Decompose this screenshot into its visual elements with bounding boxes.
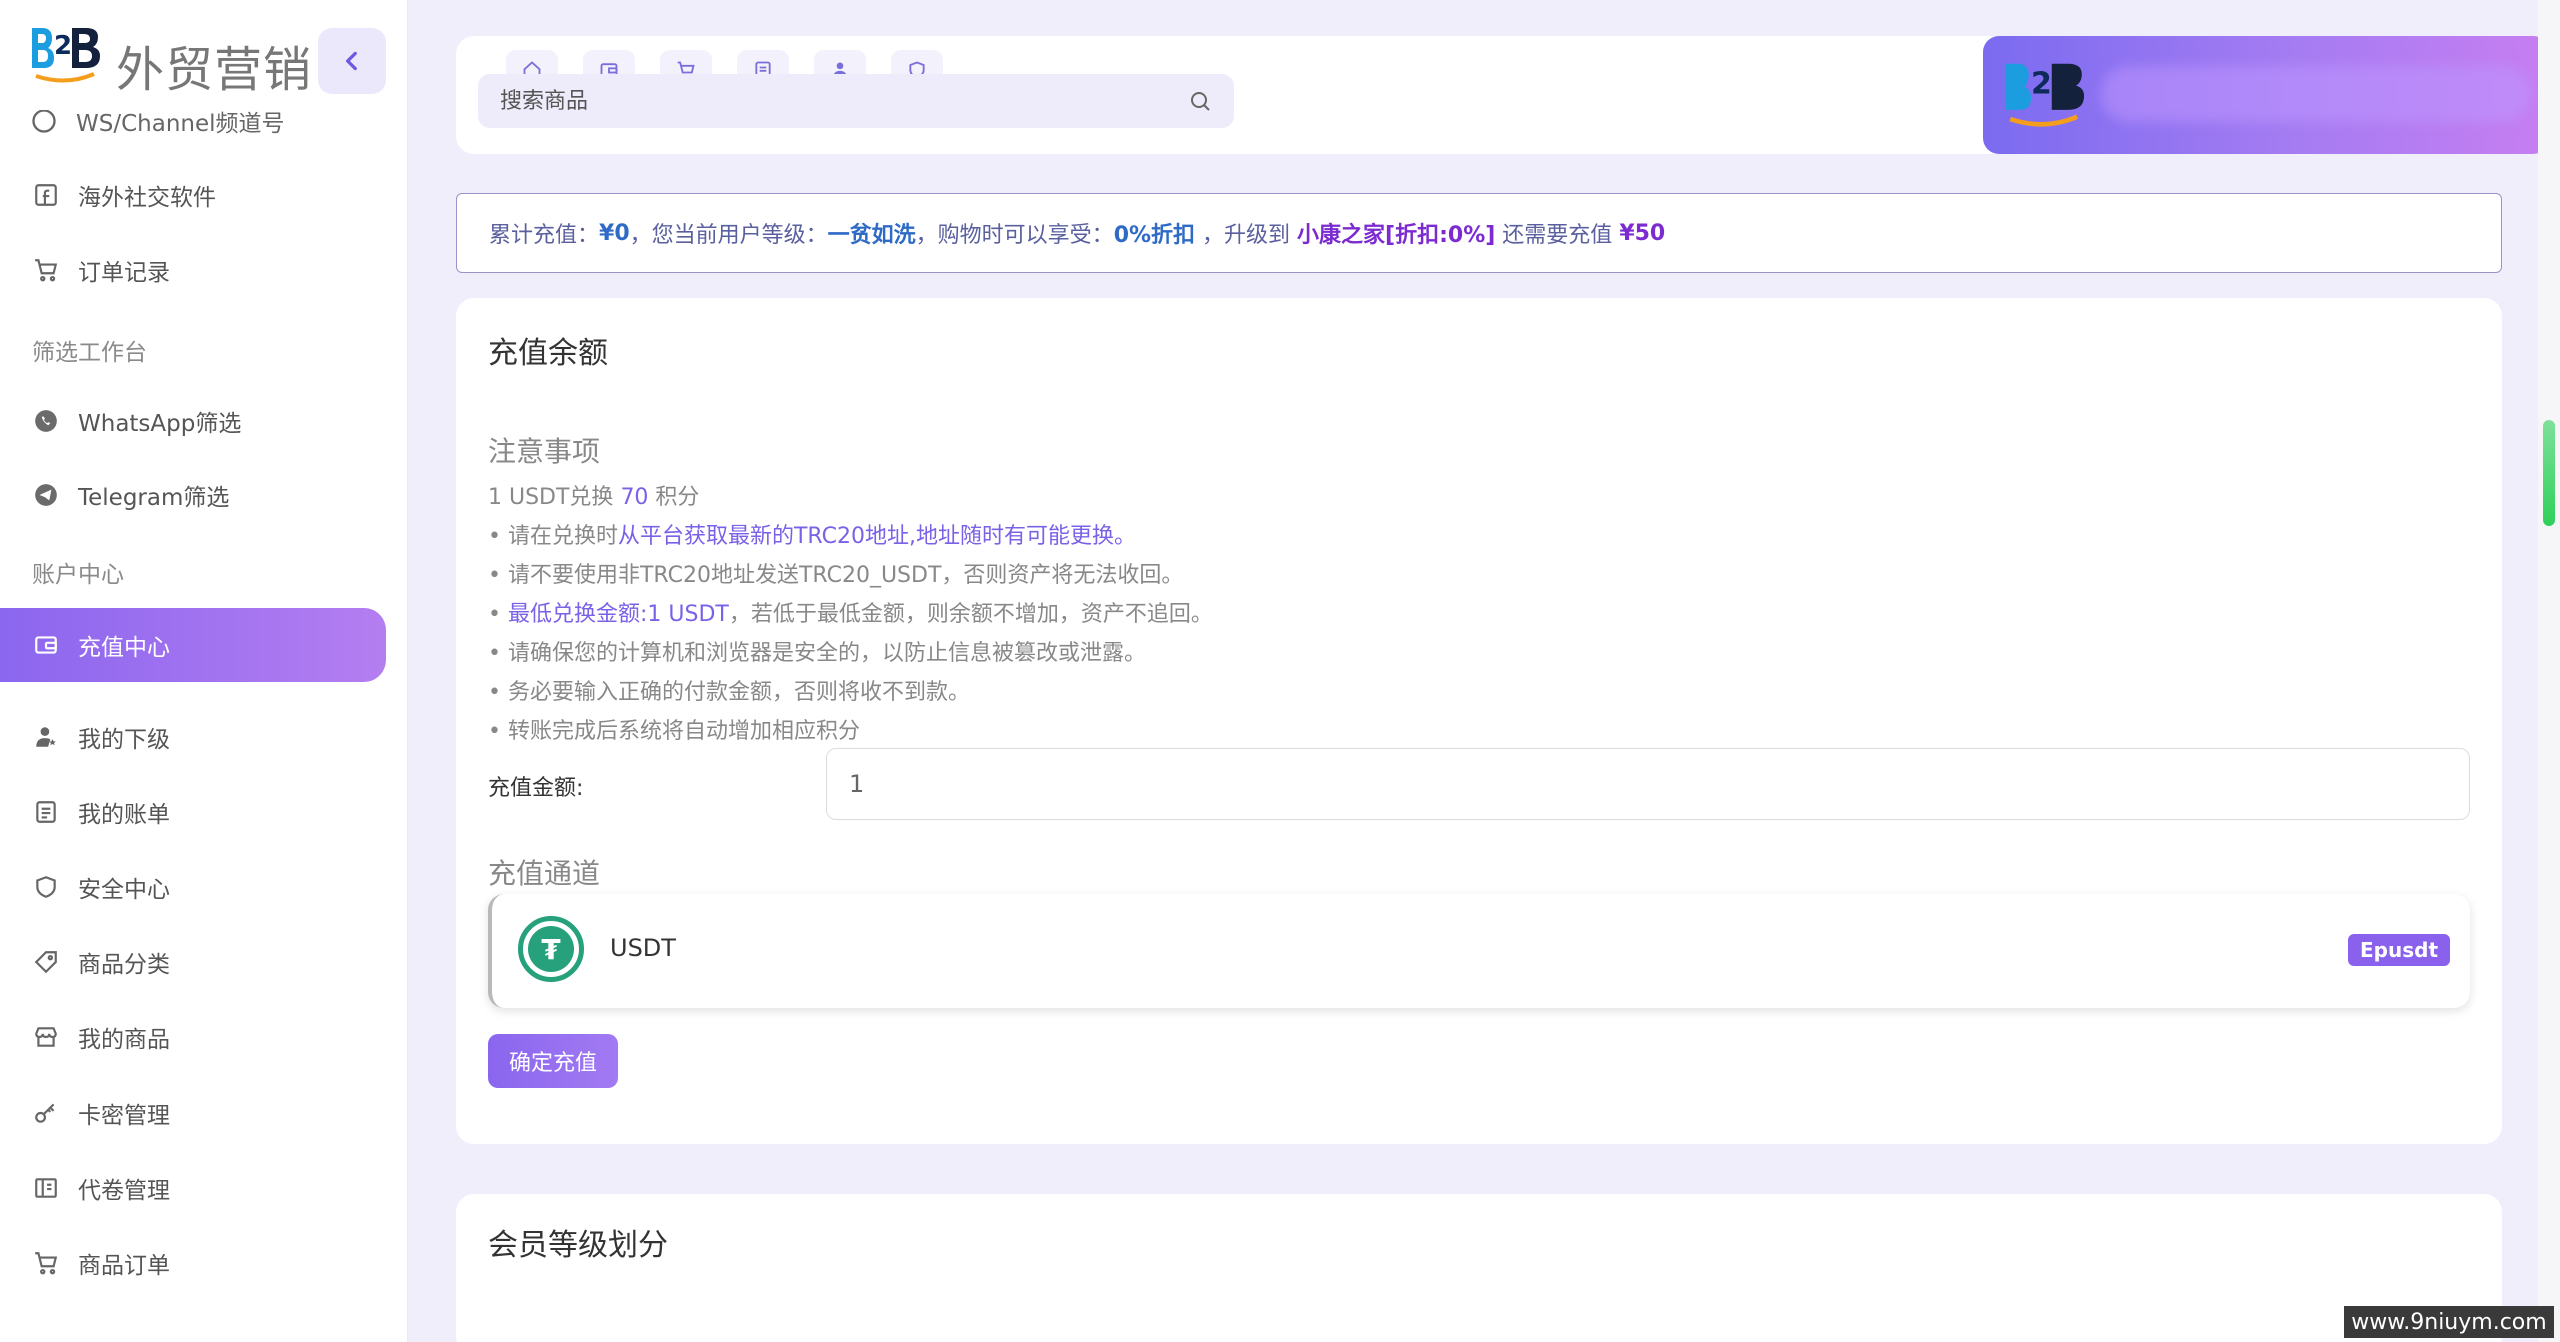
note-line: • 请在兑换时从平台获取最新的TRC20地址,地址随时有可能更换。 — [488, 524, 1136, 549]
channel-title: 充值通道 — [488, 857, 601, 890]
header-banner: 2 — [1983, 36, 2549, 154]
sidebar-item-recharge-center[interactable]: 充值中心 — [0, 608, 386, 682]
sidebar-item-label: 订单记录 — [78, 260, 170, 286]
sidebar-item-overseas-social[interactable]: 海外社交软件 — [0, 158, 386, 232]
main-content: 2 累计充值：¥0，您当前用户等级：一贫如洗，购物时可以享受：0%折扣 ，升级到… — [408, 0, 2549, 1342]
sidebar-item-label: 代卷管理 — [78, 1178, 170, 1204]
chat-icon — [30, 107, 58, 135]
search-box — [478, 74, 1234, 128]
cart-icon — [32, 1249, 60, 1277]
note-line: • 转账完成后系统将自动增加相应积分 — [488, 719, 860, 744]
store-icon — [32, 1023, 60, 1051]
note-line: • 请确保您的计算机和浏览器是安全的，以防止信息被篡改或泄露。 — [488, 641, 1146, 666]
recharge-card: 充值余额 注意事项 1 USDT兑换 70 积分 • 请在兑换时从平台获取最新的… — [456, 298, 2502, 1144]
sidebar-section-filter: 筛选工作台 — [32, 340, 147, 366]
sidebar-collapse-button[interactable] — [318, 28, 386, 94]
scrollbar-thumb[interactable] — [2543, 420, 2555, 526]
telegram-icon — [32, 481, 60, 509]
sidebar-item-my-products[interactable]: 我的商品 — [0, 1000, 386, 1074]
sidebar-item-label: 我的下级 — [78, 727, 170, 753]
sidebar-item-whatsapp-filter[interactable]: WhatsApp筛选 — [0, 384, 386, 458]
sidebar-item-label: 海外社交软件 — [78, 185, 216, 211]
member-level-card: 会员等级划分 — [456, 1194, 2502, 1342]
notice-text: ，购物时可以享受： — [915, 223, 1114, 248]
search-icon[interactable] — [1188, 89, 1212, 113]
page-scrollbar[interactable] — [2538, 0, 2560, 1342]
sidebar-item-product-category[interactable]: 商品分类 — [0, 925, 386, 999]
channel-option-usdt[interactable]: ₮ USDT Epusdt — [488, 894, 2470, 1008]
note-line: • 最低兑换金额:1 USDT，若低于最低金额，则余额不增加，资产不追回。 — [488, 602, 1213, 627]
sidebar-section-account: 账户中心 — [32, 562, 124, 588]
notice-text: ，升级到 — [1195, 223, 1298, 248]
sidebar-item-telegram-filter[interactable]: Telegram筛选 — [0, 458, 386, 532]
confirm-recharge-button[interactable]: 确定充值 — [488, 1034, 618, 1088]
notice-discount: 0%折扣 — [1113, 223, 1196, 248]
notice-next-level: 小康之家[折扣:0%] — [1297, 223, 1496, 248]
sidebar-item-security-center[interactable]: 安全中心 — [0, 850, 386, 924]
amount-label: 充值金额: — [488, 776, 584, 801]
notes-list: 1 USDT兑换 70 积分 • 请在兑换时从平台获取最新的TRC20地址,地址… — [488, 478, 1213, 751]
user-star-icon — [32, 723, 60, 751]
tag-icon — [32, 948, 60, 976]
cart-icon — [32, 256, 60, 284]
sidebar-item-label: 商品分类 — [78, 952, 170, 978]
notice-level: 一贫如洗 — [827, 223, 916, 248]
amount-row: 充值金额: — [488, 748, 2470, 820]
sidebar-item-coupon-management[interactable]: 代卷管理 — [0, 1151, 386, 1225]
notes-title: 注意事项 — [488, 435, 601, 468]
notice-need: ¥50 — [1619, 220, 1666, 246]
sidebar-item-label: WhatsApp筛选 — [78, 411, 242, 437]
key-icon — [32, 1099, 60, 1127]
level-notice: 累计充值： ¥0 ，您当前用户等级： 一贫如洗 ，购物时可以享受： 0%折扣 ，升级到 小… — [456, 193, 2502, 273]
sidebar-item-label: 商品订单 — [78, 1253, 170, 1279]
shield-icon — [32, 873, 60, 901]
sidebar-item-order-records[interactable]: 订单记录 — [0, 233, 386, 307]
sidebar-item-label: 我的商品 — [78, 1027, 170, 1053]
search-input[interactable] — [500, 88, 1188, 114]
facebook-icon — [32, 181, 60, 209]
bill-icon — [32, 798, 60, 826]
whatsapp-icon — [32, 407, 60, 435]
b2b-logo-icon: 2 — [2005, 63, 2085, 127]
svg-text:2: 2 — [2031, 67, 2052, 102]
sidebar-item-my-subordinates[interactable]: 我的下级 — [0, 700, 386, 774]
amount-input[interactable] — [826, 748, 2470, 820]
top-header: 2 — [456, 36, 2549, 154]
sidebar-item-my-bills[interactable]: 我的账单 — [0, 775, 386, 849]
wallet-icon — [32, 631, 60, 659]
ticket-icon — [32, 1174, 60, 1202]
notice-text: 还需要充值 — [1495, 223, 1620, 248]
chevron-left-icon — [346, 51, 357, 71]
b2b-logo-icon: 2 — [32, 28, 100, 83]
note-line: • 请不要使用非TRC20地址发送TRC20_USDT，否则资产将无法收回。 — [488, 563, 1184, 588]
notice-text: 累计充值： — [489, 223, 600, 248]
sidebar-item-product-orders[interactable]: 商品订单 — [0, 1226, 386, 1300]
notice-total: ¥0 — [599, 220, 630, 246]
member-title: 会员等级划分 — [488, 1228, 668, 1263]
brand-header: 2 外贸营销 — [0, 0, 407, 110]
channel-badge: Epusdt — [2348, 934, 2450, 966]
watermark: www.9niuym.com — [2344, 1306, 2554, 1338]
svg-text:2: 2 — [54, 31, 72, 61]
sidebar-item-label: 充值中心 — [78, 635, 170, 661]
sidebar: WS/Channel频道号 2 外贸营销 海外社交软件 订单记录 筛选工作台 W… — [0, 0, 408, 1342]
channel-name: USDT — [610, 934, 676, 962]
recharge-title: 充值余额 — [488, 336, 608, 371]
sidebar-item-label: Telegram筛选 — [78, 485, 230, 511]
rate-line: 1 USDT兑换 70 积分 — [488, 485, 700, 510]
tether-icon: ₮ — [518, 916, 584, 982]
sidebar-item-label: 卡密管理 — [78, 1103, 170, 1129]
note-line: • 务必要输入正确的付款金额，否则将收不到款。 — [488, 680, 970, 705]
sidebar-item-label: 安全中心 — [78, 877, 170, 903]
notice-text: ，您当前用户等级： — [629, 223, 828, 248]
banner-blur — [2101, 66, 2531, 122]
sidebar-item-label: 我的账单 — [78, 802, 170, 828]
brand-name: 外贸营销 — [116, 42, 313, 98]
sidebar-item-card-key-management[interactable]: 卡密管理 — [0, 1076, 386, 1150]
